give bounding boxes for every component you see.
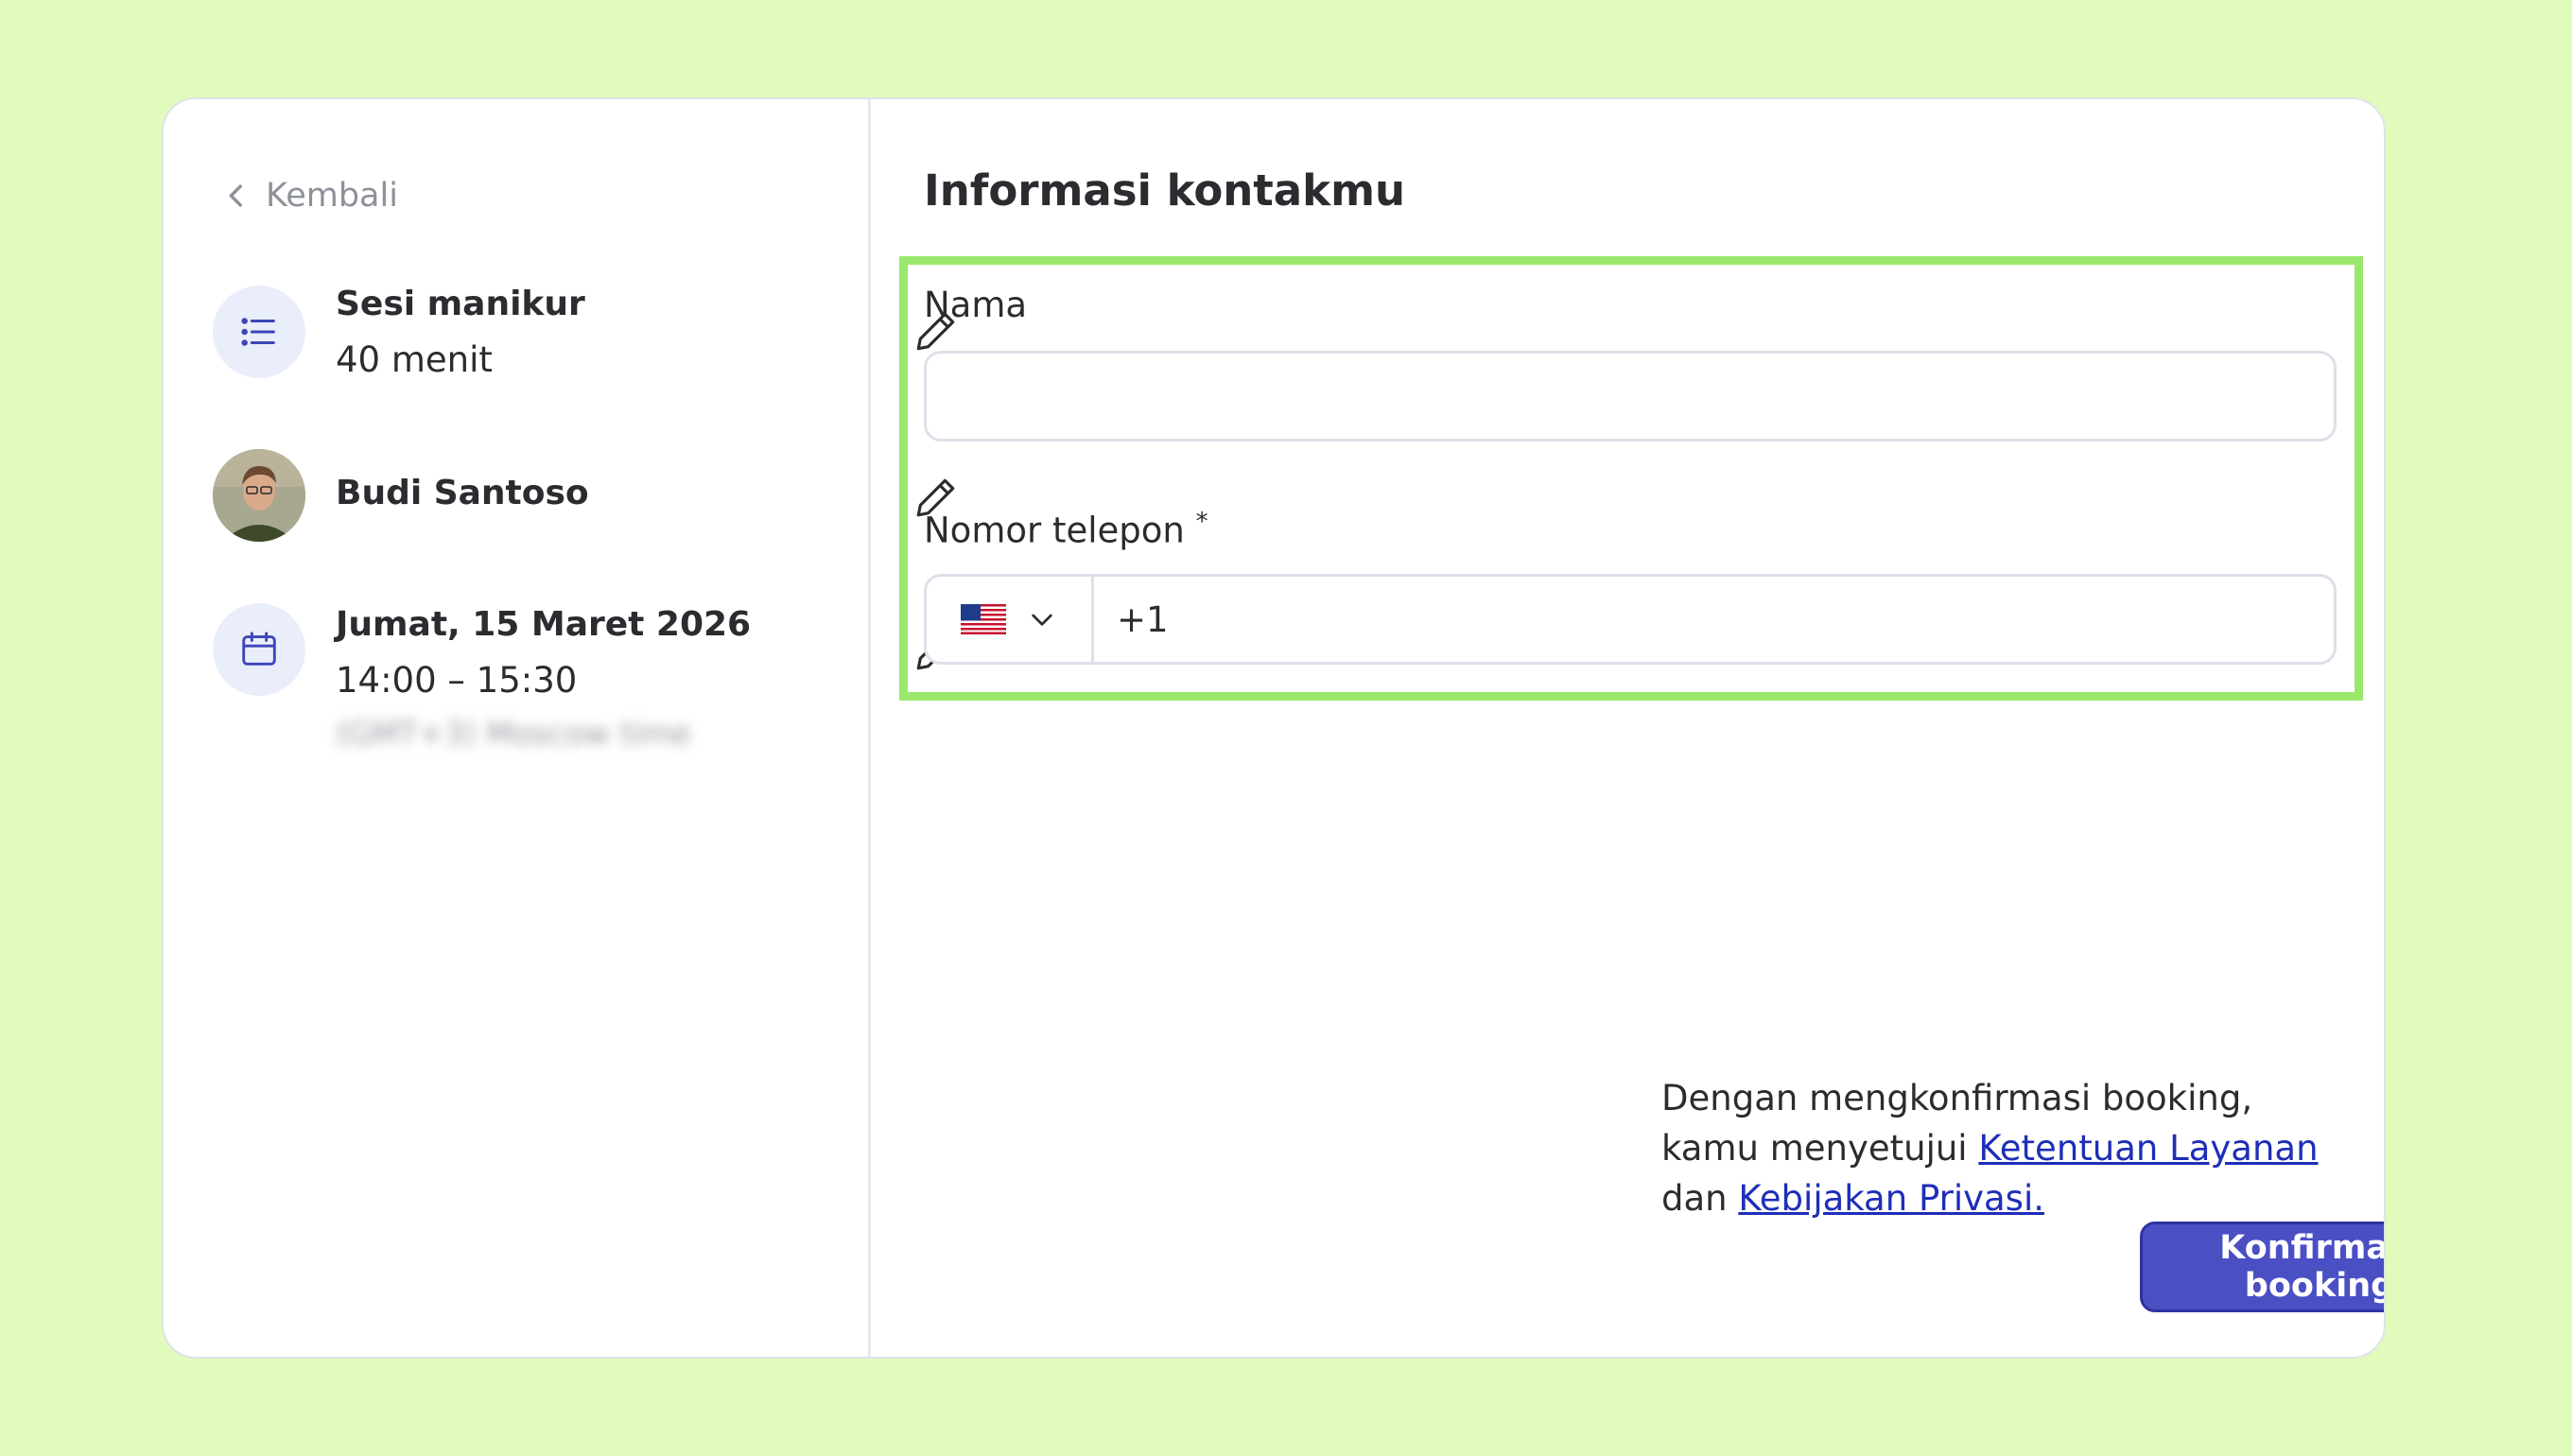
service-title: Sesi manikur <box>336 285 585 323</box>
confirm-booking-button[interactable]: Konfirmasi booking <box>2140 1222 2384 1312</box>
booking-card: Kembali Sesi manikur 40 menit Budi Santo… <box>162 97 2386 1359</box>
phone-label-text: Nomor telepon <box>924 510 1185 551</box>
consent-text: Dengan mengkonfirmasi booking, kamu meny… <box>1661 1073 2342 1223</box>
service-icon-badge <box>213 286 305 378</box>
phone-field[interactable] <box>924 574 2337 665</box>
specialist-avatar <box>213 449 305 542</box>
name-input[interactable] <box>927 354 2334 439</box>
name-label: Nama <box>924 285 1028 325</box>
summary-specialist: Budi Santoso <box>213 447 955 551</box>
back-label: Kembali <box>266 177 398 215</box>
appointment-time: 14:00 – 15:30 <box>336 660 578 701</box>
page-title: Informasi kontakmu <box>924 165 1405 216</box>
service-duration: 40 menit <box>336 339 493 380</box>
contact-form-panel: Informasi kontakmu Nama Nomor telepon * <box>871 99 2384 1357</box>
consent-text-middle: dan <box>1661 1178 1739 1219</box>
summary-datetime: Jumat, 15 Maret 2026 14:00 – 15:30 (GMT+… <box>213 598 955 787</box>
chevron-left-icon <box>229 184 242 207</box>
datetime-icon-badge <box>213 603 305 696</box>
phone-label: Nomor telepon * <box>924 508 1208 550</box>
privacy-policy-link[interactable]: Kebijakan Privasi. <box>1738 1178 2044 1219</box>
appointment-date: Jumat, 15 Maret 2026 <box>336 605 752 644</box>
appointment-timezone: (GMT+3) Moscow time <box>336 715 691 752</box>
required-mark: * <box>1195 508 1208 536</box>
us-flag-icon <box>961 604 1006 634</box>
summary-service: Sesi manikur 40 menit <box>213 279 955 392</box>
back-link[interactable]: Kembali <box>220 171 398 220</box>
booking-summary-panel: Kembali Sesi manikur 40 menit Budi Santo… <box>164 99 955 1357</box>
chevron-down-icon <box>1032 614 1052 626</box>
specialist-name: Budi Santoso <box>336 474 589 512</box>
list-icon <box>241 318 275 346</box>
terms-of-service-link[interactable]: Ketentuan Layanan <box>1978 1128 2318 1169</box>
name-field[interactable] <box>924 351 2337 442</box>
calendar-icon <box>242 632 276 666</box>
phone-input[interactable] <box>1094 577 2334 662</box>
country-code-select[interactable] <box>927 577 1094 662</box>
